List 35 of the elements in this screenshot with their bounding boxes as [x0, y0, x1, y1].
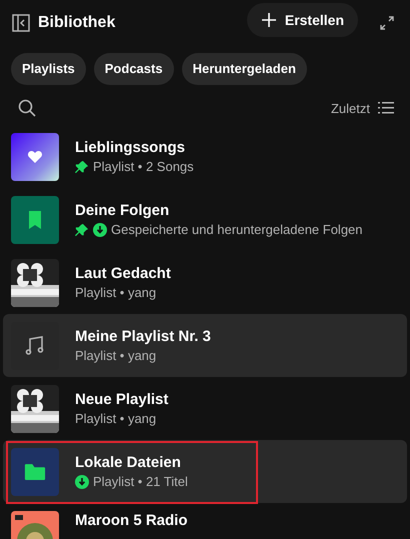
sort-button[interactable]: Zuletzt — [330, 98, 370, 118]
library-item[interactable]: Neue Playlist Playlist • yang — [3, 377, 407, 440]
item-title: Neue Playlist — [75, 390, 168, 410]
library-item[interactable]: Lokale Dateien Playlist • 21 Titel — [3, 440, 407, 503]
item-title: Lieblingssongs — [75, 138, 186, 158]
library-item[interactable]: Deine Folgen Gespeicherte und heruntergeladene Folgen — [3, 188, 407, 251]
item-subtitle: Gespeicherte und heruntergeladene Folgen — [111, 220, 363, 238]
filter-chip[interactable]: Playlists — [11, 53, 86, 84]
expand-icon[interactable] — [380, 16, 394, 30]
library-item[interactable]: Maroon 5 Radio — [3, 503, 407, 539]
item-title: Deine Folgen — [75, 200, 170, 220]
library-item[interactable]: Laut Gedacht Playlist • yang — [3, 251, 407, 314]
item-title: Laut Gedacht — [75, 264, 171, 284]
music-note-icon — [25, 336, 45, 356]
create-button[interactable]: Erstellen — [246, 3, 358, 37]
item-subtitle: Playlist • 21 Titel — [93, 472, 188, 490]
item-subtitle: Playlist • yang — [75, 410, 156, 428]
heart-icon — [27, 148, 43, 164]
filter-chip[interactable]: Heruntergeladen — [182, 53, 307, 84]
item-title: Maroon 5 Radio — [75, 511, 188, 531]
folder-icon — [24, 463, 46, 480]
item-title: Meine Playlist Nr. 3 — [75, 326, 211, 346]
bookmark-icon — [28, 210, 42, 230]
plus-icon — [260, 12, 277, 28]
library-item[interactable]: Lieblingssongs Playlist • 2 Songs — [3, 125, 407, 188]
search-icon[interactable] — [18, 99, 36, 118]
item-title: Lokale Dateien — [75, 452, 182, 472]
item-subtitle: Playlist • yang — [75, 346, 156, 364]
library-title: Bibliothek — [38, 13, 116, 33]
list-view-icon[interactable] — [378, 101, 394, 116]
library-item[interactable]: Meine Playlist Nr. 3 Playlist • yang — [3, 314, 407, 377]
item-subtitle: Playlist • yang — [75, 284, 156, 302]
collapse-library-icon[interactable] — [12, 14, 30, 32]
filter-chip[interactable]: Podcasts — [94, 53, 174, 84]
item-subtitle: Playlist • 2 Songs — [93, 158, 194, 176]
